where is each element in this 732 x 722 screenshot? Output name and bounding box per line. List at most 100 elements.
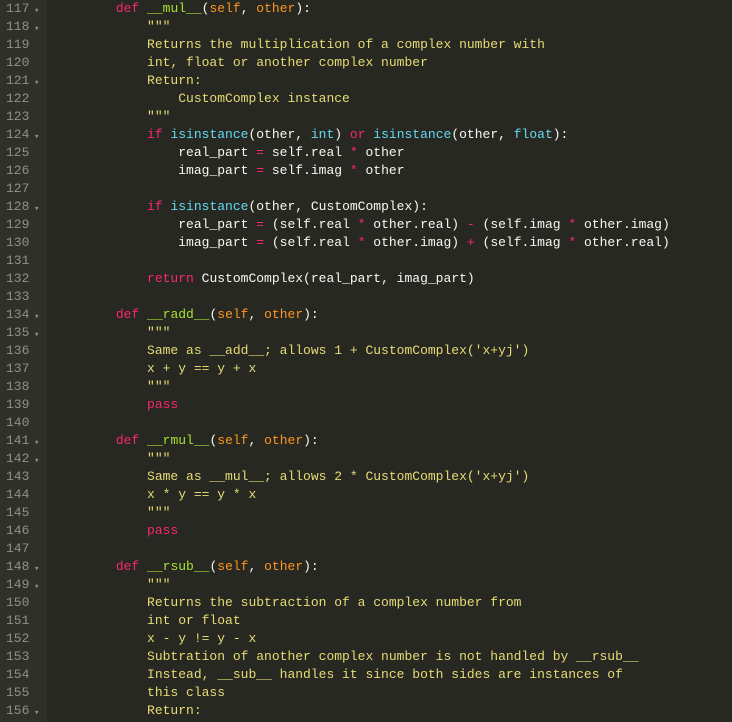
token: this class [53, 685, 225, 700]
token: ): [303, 307, 319, 322]
token: , [249, 307, 265, 322]
code-line[interactable]: imag_part = (self.real * other.imag) + (… [53, 234, 732, 252]
token: x + y == y + x [53, 361, 256, 376]
code-line[interactable]: real_part = (self.real * other.real) - (… [53, 216, 732, 234]
fold-icon[interactable]: ▾ [34, 704, 39, 722]
code-line[interactable]: """ [53, 576, 732, 594]
code-line[interactable]: CustomComplex instance [53, 90, 732, 108]
token: ) [334, 127, 350, 142]
line-number: 149▾ [6, 576, 37, 594]
code-line[interactable]: """ [53, 108, 732, 126]
token: self [217, 433, 248, 448]
line-number: 119 [6, 36, 37, 54]
line-number: 132 [6, 270, 37, 288]
line-number: 123 [6, 108, 37, 126]
line-number: 145 [6, 504, 37, 522]
code-line[interactable]: def __radd__(self, other): [53, 306, 732, 324]
token: real_part [53, 145, 256, 160]
line-number: 133 [6, 288, 37, 306]
code-line[interactable] [53, 288, 732, 306]
code-line[interactable]: x - y != y - x [53, 630, 732, 648]
code-line[interactable]: if isinstance(other, CustomComplex): [53, 198, 732, 216]
code-line[interactable]: x + y == y + x [53, 360, 732, 378]
code-line[interactable] [53, 414, 732, 432]
code-line[interactable]: pass [53, 522, 732, 540]
line-number: 131 [6, 252, 37, 270]
code-line[interactable]: """ [53, 18, 732, 36]
code-line[interactable]: """ [53, 504, 732, 522]
token: x - y != y - x [53, 631, 256, 646]
code-line[interactable]: if isinstance(other, int) or isinstance(… [53, 126, 732, 144]
code-line[interactable]: return CustomComplex(real_part, imag_par… [53, 270, 732, 288]
token: * [568, 217, 584, 232]
code-line[interactable] [53, 252, 732, 270]
token: __rsub__ [147, 559, 209, 574]
line-number: 117▾ [6, 0, 37, 18]
code-line[interactable]: Returns the subtraction of a complex num… [53, 594, 732, 612]
line-number: 146 [6, 522, 37, 540]
token: __radd__ [147, 307, 209, 322]
token: ): [303, 559, 319, 574]
code-editor[interactable]: 117▾118▾119120121▾122123124▾125126127128… [0, 0, 732, 722]
token: ): [295, 1, 311, 16]
token [53, 199, 147, 214]
line-number: 150 [6, 594, 37, 612]
line-number: 143 [6, 468, 37, 486]
code-line[interactable]: imag_part = self.imag * other [53, 162, 732, 180]
token: if [147, 199, 170, 214]
code-line[interactable]: def __rmul__(self, other): [53, 432, 732, 450]
token: + [467, 235, 483, 250]
code-line[interactable]: int or float [53, 612, 732, 630]
token: return [147, 271, 202, 286]
line-number: 141▾ [6, 432, 37, 450]
code-line[interactable]: Subtration of another complex number is … [53, 648, 732, 666]
token: int, float or another complex number [53, 55, 427, 70]
line-number: 134▾ [6, 306, 37, 324]
code-line[interactable]: Returns the multiplication of a complex … [53, 36, 732, 54]
line-number: 135▾ [6, 324, 37, 342]
line-number: 147 [6, 540, 37, 558]
code-line[interactable]: def __mul__(self, other): [53, 0, 732, 18]
token [53, 1, 115, 16]
token: ): [553, 127, 569, 142]
line-number: 138 [6, 378, 37, 396]
code-line[interactable]: Return: [53, 72, 732, 90]
code-line[interactable]: """ [53, 378, 732, 396]
code-line[interactable]: Return: [53, 702, 732, 720]
code-line[interactable]: this class [53, 684, 732, 702]
token: """ [53, 451, 170, 466]
line-number: 128▾ [6, 198, 37, 216]
token: , [249, 433, 265, 448]
code-line[interactable] [53, 540, 732, 558]
code-line[interactable]: def __rsub__(self, other): [53, 558, 732, 576]
token: Subtration of another complex number is … [53, 649, 638, 664]
code-line[interactable]: """ [53, 450, 732, 468]
line-number: 126 [6, 162, 37, 180]
code-line[interactable]: real_part = self.real * other [53, 144, 732, 162]
token: * [358, 217, 374, 232]
token: other [264, 433, 303, 448]
token [53, 307, 115, 322]
token: imag_part [53, 163, 256, 178]
code-line[interactable]: Instead, __sub__ handles it since both s… [53, 666, 732, 684]
token: , [249, 559, 265, 574]
token [53, 271, 147, 286]
token: - [467, 217, 483, 232]
token: def [116, 307, 147, 322]
code-line[interactable]: Same as __mul__; allows 2 * CustomComple… [53, 468, 732, 486]
token: """ [53, 505, 170, 520]
line-number: 154 [6, 666, 37, 684]
token: * [350, 163, 366, 178]
code-line[interactable]: """ [53, 324, 732, 342]
code-line[interactable]: x * y == y * x [53, 486, 732, 504]
line-number-gutter: 117▾118▾119120121▾122123124▾125126127128… [0, 0, 47, 722]
code-line[interactable] [53, 180, 732, 198]
token: or [350, 127, 373, 142]
code-line[interactable]: pass [53, 396, 732, 414]
token: def [116, 1, 147, 16]
token: self.imag [272, 163, 350, 178]
code-line[interactable]: Same as __add__; allows 1 + CustomComple… [53, 342, 732, 360]
code-area[interactable]: def __mul__(self, other): """ Returns th… [47, 0, 732, 722]
code-line[interactable]: int, float or another complex number [53, 54, 732, 72]
token: Instead, __sub__ handles it since both s… [53, 667, 623, 682]
